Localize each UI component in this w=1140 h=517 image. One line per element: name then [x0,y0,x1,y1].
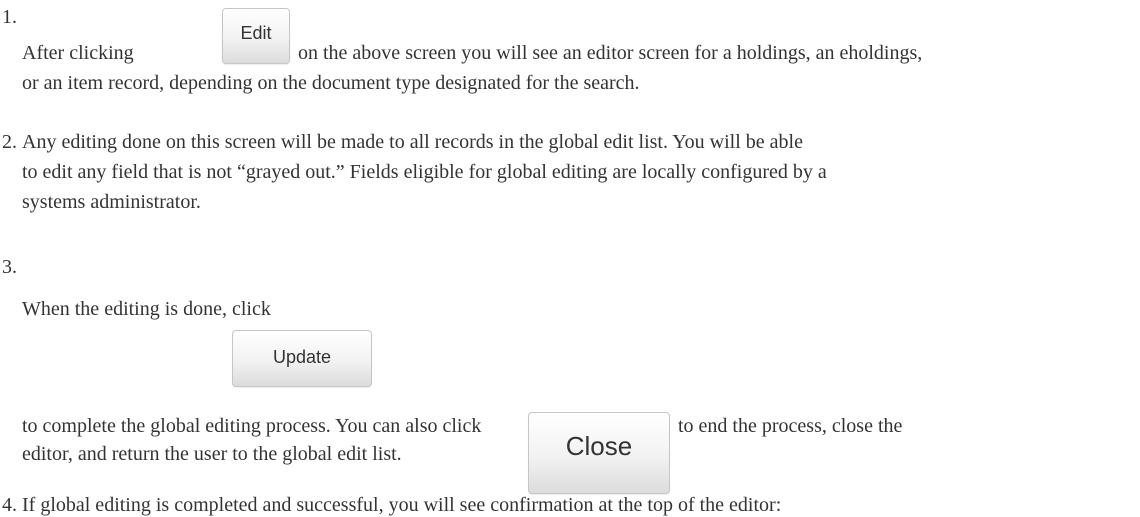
edit-button-label: Edit [240,23,272,43]
item-2-number: 2. [2,131,17,153]
item-3-line-2-start: to complete the global editing process. … [22,415,482,437]
close-button[interactable]: Close [528,412,670,494]
item-2-line-1: Any editing done on this screen will be … [22,131,803,153]
item-3-line-1-start: When the editing is done, click [22,298,271,320]
update-button[interactable]: Update [232,330,372,387]
update-button-label: Update [272,347,332,367]
item-1-line-2: or an item record, depending on the docu… [22,72,640,94]
item-4-number: 4. [2,494,17,516]
close-button-label: Close [565,431,633,461]
item-1-number: 1. [2,6,17,28]
item-2-line-2: to edit any field that is not “grayed ou… [22,161,827,183]
item-2-line-3: systems administrator. [22,191,201,213]
item-3-number: 3. [2,256,17,278]
item-4-line-1: If global editing is completed and succe… [22,494,782,516]
item-1-line-1-start: After clicking [22,42,134,64]
item-3-line-2-end: to end the process, close the [678,415,903,437]
item-3-line-3: editor, and return the user to the globa… [22,443,402,465]
item-1-line-1-end: on the above screen you will see an edit… [298,42,923,64]
edit-button[interactable]: Edit [222,8,290,64]
